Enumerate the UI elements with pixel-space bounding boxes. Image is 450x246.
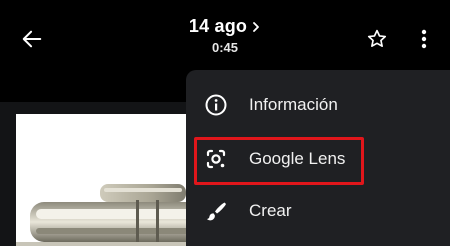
photo-info-header: 14 ago 0:45 bbox=[160, 16, 290, 55]
arrow-left-icon bbox=[22, 30, 42, 48]
favorite-button[interactable] bbox=[362, 24, 392, 54]
info-icon bbox=[205, 94, 227, 116]
brush-icon bbox=[207, 202, 226, 221]
menu-item-info[interactable]: Información bbox=[186, 80, 450, 130]
more-options-button[interactable] bbox=[414, 24, 434, 54]
star-outline-icon bbox=[367, 29, 387, 47]
photo-time: 0:45 bbox=[211, 40, 239, 55]
highlight-outline bbox=[194, 137, 364, 185]
menu-item-create[interactable]: Crear bbox=[186, 186, 450, 236]
more-vertical-icon bbox=[421, 29, 427, 49]
menu-item-label: Crear bbox=[249, 201, 292, 220]
menu-item-label: Información bbox=[249, 95, 338, 114]
photo-date: 14 ago bbox=[188, 16, 248, 36]
date-button[interactable]: 14 ago bbox=[189, 16, 261, 37]
chevron-right-icon bbox=[253, 21, 260, 32]
back-button[interactable] bbox=[12, 24, 52, 54]
